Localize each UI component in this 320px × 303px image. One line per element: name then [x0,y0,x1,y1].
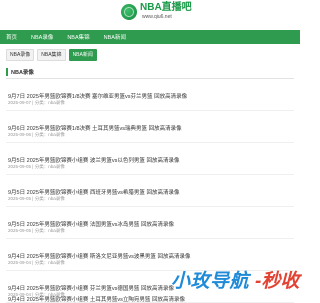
list-item-title[interactable]: 9月7日 2025年男篮欧锦赛1/8决赛 塞尔维亚男篮vs芬兰男篮 回放高清录像 [8,92,187,100]
watermark-text: 小玫导航 [171,271,250,292]
site-header: NBA直播吧 www.qiu6.net [0,0,300,30]
nav-item-nba-highlights[interactable]: NBA集锦 [67,33,89,41]
list-item-meta: 2025-09-05 | 分类：nba录像 [8,164,65,169]
list-item[interactable]: 9月6日 2025年男篮欧锦赛1/8决赛 土耳其男篮vs瑞典男篮 回放高清录像 … [6,110,294,143]
list-item-meta: 2025-09-06 | 分类：nba录像 [8,132,65,137]
site-domain: www.qiu6.net [142,14,172,20]
section-title: NBA录像 [11,70,34,76]
nav-item-nba-news[interactable]: NBA新闻 [104,33,126,41]
list-item-meta: 2025-09-07 | 分类：nba录像 [8,100,65,105]
list-item-title[interactable]: 9月4日 2025年男篮欧锦赛小组赛 土耳其男篮vs立陶宛男篮 回放高清录像 [8,295,185,303]
watermark-text-suffix: -秒收 [255,271,300,292]
list-item-meta: 2025-09-04 | 分类：nba录像 [8,260,65,265]
category-tabs: NBA录像 NBA集锦 NBA新闻 [6,49,97,61]
list-item[interactable]: 9月5日 2025年男篮欧锦赛小组赛 波兰男篮vs以色列男篮 回放高清录像 20… [6,142,294,175]
list-item-title[interactable]: 9月6日 2025年男篮欧锦赛1/8决赛 土耳其男篮vs瑞典男篮 回放高清录像 [8,124,182,132]
nav-item-home[interactable]: 首页 [6,33,17,41]
list-item[interactable]: 9月5日 2025年男篮欧锦赛小组赛 西班牙男篮vs希腊男篮 回放高清录像 20… [6,174,294,207]
nav-item-nba-replay[interactable]: NBA录像 [31,33,53,41]
site-logo[interactable]: NBA直播吧 www.qiu6.net [121,2,192,21]
tab-nba-news[interactable]: NBA新闻 [68,49,97,61]
list-item[interactable]: 9月5日 2025年男篮欧锦赛小组赛 法国男篮vs冰岛男篮 回放高清录像 202… [6,206,294,239]
list-item-title[interactable]: 9月5日 2025年男篮欧锦赛小组赛 波兰男篮vs以色列男篮 回放高清录像 [8,156,179,164]
list-item-title[interactable]: 9月5日 2025年男篮欧锦赛小组赛 法国男篮vs冰岛男篮 回放高清录像 [8,220,174,228]
basketball-logo-icon [121,4,137,20]
list-item-meta: 2025-09-05 | 分类：nba录像 [8,228,65,233]
section-accent-bar [6,68,8,76]
site-title: NBA直播吧 [140,2,192,13]
list-item-meta: 2025-09-05 | 分类：nba录像 [8,196,65,201]
tab-nba-highlights[interactable]: NBA集锦 [37,49,66,61]
tab-nba-replay[interactable]: NBA录像 [6,49,35,61]
list-item-title[interactable]: 9月4日 2025年男篮欧锦赛小组赛 斯洛文尼亚男篮vs波黑男篮 回放高清录像 [8,252,190,260]
top-nav: 首页 NBA录像 NBA集锦 NBA新闻 [0,30,300,44]
list-item[interactable]: 9月7日 2025年男篮欧锦赛1/8决赛 塞尔维亚男篮vs芬兰男篮 回放高清录像… [6,78,294,111]
watermark-overlay: 小玫导航 -秒收 [171,266,299,293]
list-item-title[interactable]: 9月5日 2025年男篮欧锦赛小组赛 西班牙男篮vs希腊男篮 回放高清录像 [8,188,179,196]
